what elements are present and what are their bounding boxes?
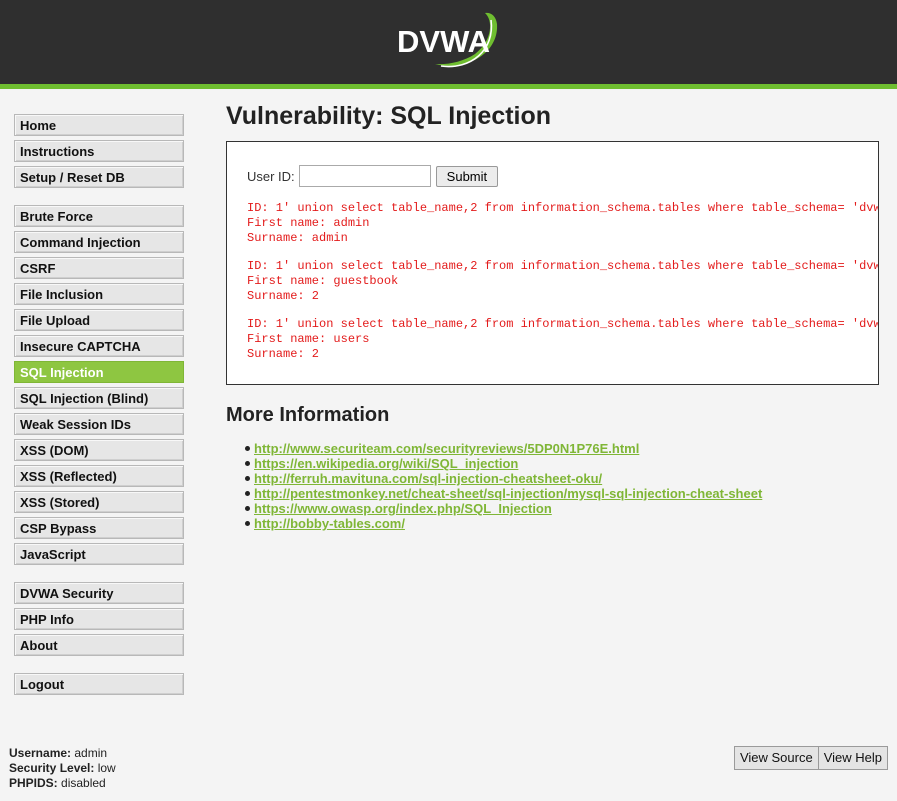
reference-link[interactable]: http://www.securiteam.com/securityreview…	[254, 441, 639, 456]
sidebar-item-csrf[interactable]: CSRF	[14, 257, 184, 279]
sidebar-item-php-info[interactable]: PHP Info	[14, 608, 184, 630]
phpids-label: PHPIDS:	[9, 776, 58, 790]
result-id-line: ID: 1' union select table_name,2 from in…	[247, 317, 879, 331]
session-status: Username: admin Security Level: low PHPI…	[9, 746, 116, 791]
list-item: http://ferruh.mavituna.com/sql-injection…	[245, 471, 879, 486]
sidebar-item-file-inclusion[interactable]: File Inclusion	[14, 283, 184, 305]
sidebar-item-setup-reset-db[interactable]: Setup / Reset DB	[14, 166, 184, 188]
more-information-links: http://www.securiteam.com/securityreview…	[226, 441, 879, 531]
sidebar-item-sql-injection-blind[interactable]: SQL Injection (Blind)	[14, 387, 184, 409]
sidebar-item-xss-dom[interactable]: XSS (DOM)	[14, 439, 184, 461]
username-value: admin	[74, 746, 108, 760]
result-id-line: ID: 1' union select table_name,2 from in…	[247, 259, 879, 273]
sidebar-item-instructions[interactable]: Instructions	[14, 140, 184, 162]
result-block: ID: 1' union select table_name,2 from in…	[247, 201, 879, 246]
reference-link[interactable]: https://en.wikipedia.org/wiki/SQL_inject…	[254, 456, 518, 471]
sidebar-item-file-upload[interactable]: File Upload	[14, 309, 184, 331]
vulnerable-code-area: User ID: Submit ID: 1' union select tabl…	[226, 141, 879, 385]
user-id-input[interactable]	[298, 165, 431, 187]
list-item: https://en.wikipedia.org/wiki/SQL_inject…	[245, 456, 879, 471]
menu-group: DVWA Security PHP Info About	[14, 582, 184, 656]
reference-link[interactable]: http://pentestmonkey.net/cheat-sheet/sql…	[254, 486, 762, 501]
sidebar-item-weak-session-ids[interactable]: Weak Session IDs	[14, 413, 184, 435]
sidebar-item-command-injection[interactable]: Command Injection	[14, 231, 184, 253]
footer-buttons: View Source View Help	[733, 746, 888, 770]
sidebar-item-xss-stored[interactable]: XSS (Stored)	[14, 491, 184, 513]
result-surname: Surname: admin	[247, 231, 348, 245]
page-title: Vulnerability: SQL Injection	[226, 102, 552, 130]
sidebar-item-insecure-captcha[interactable]: Insecure CAPTCHA	[14, 335, 184, 357]
user-id-label: User ID:	[247, 168, 295, 184]
result-first-name: First name: admin	[247, 216, 370, 230]
result-first-name: First name: users	[247, 332, 370, 346]
menu-group: Logout	[14, 673, 184, 695]
sidebar-item-brute-force[interactable]: Brute Force	[14, 205, 184, 227]
sidebar-item-csp-bypass[interactable]: CSP Bypass	[14, 517, 184, 539]
result-block: ID: 1' union select table_name,2 from in…	[247, 259, 879, 304]
list-item: http://bobby-tables.com/	[245, 516, 879, 531]
result-block: ID: 1' union select table_name,2 from in…	[247, 317, 879, 362]
submit-button[interactable]: Submit	[435, 165, 499, 187]
reference-link[interactable]: http://ferruh.mavituna.com/sql-injection…	[254, 471, 602, 486]
sidebar-item-xss-reflected[interactable]: XSS (Reflected)	[14, 465, 184, 487]
reference-link[interactable]: http://bobby-tables.com/	[254, 516, 405, 531]
menu-group: Brute Force Command Injection CSRF File Inc…	[14, 205, 184, 565]
list-item: https://www.owasp.org/index.php/SQL_Inje…	[245, 501, 879, 516]
result-surname: Surname: 2	[247, 347, 320, 361]
sidebar-item-home[interactable]: Home	[14, 114, 184, 136]
phpids-value: disabled	[61, 776, 106, 790]
view-help-button[interactable]: View Help	[818, 746, 888, 770]
security-level-value: low	[97, 761, 116, 775]
sidebar-menu: Home Instructions Setup / Reset DB Brute Fo…	[14, 114, 184, 699]
sidebar-item-sql-injection[interactable]: SQL Injection	[14, 361, 184, 383]
username-label: Username:	[9, 746, 72, 760]
more-information-heading: More Information	[226, 404, 390, 426]
menu-group: Home Instructions Setup / Reset DB	[14, 114, 184, 188]
query-results: ID: 1' union select table_name,2 from in…	[247, 201, 879, 375]
result-id-line: ID: 1' union select table_name,2 from in…	[247, 201, 879, 215]
sidebar-item-about[interactable]: About	[14, 634, 184, 656]
sidebar-item-javascript[interactable]: JavaScript	[14, 543, 184, 565]
sidebar-item-dvwa-security[interactable]: DVWA Security	[14, 582, 184, 604]
page-header: DVWA	[0, 0, 897, 89]
user-id-form: User ID: Submit	[247, 165, 499, 187]
main-body: Vulnerability: SQL Injection User ID: Su…	[226, 96, 879, 531]
view-source-button[interactable]: View Source	[733, 746, 819, 770]
reference-link[interactable]: https://www.owasp.org/index.php/SQL_Inje…	[254, 501, 552, 516]
list-item: http://www.securiteam.com/securityreview…	[245, 441, 879, 456]
logo-text: DVWA	[397, 24, 490, 59]
sidebar-item-logout[interactable]: Logout	[14, 673, 184, 695]
result-first-name: First name: guestbook	[247, 274, 399, 288]
dvwa-logo[interactable]: DVWA	[395, 10, 505, 74]
security-level-label: Security Level:	[9, 761, 95, 775]
result-surname: Surname: 2	[247, 289, 320, 303]
list-item: http://pentestmonkey.net/cheat-sheet/sql…	[245, 486, 879, 501]
